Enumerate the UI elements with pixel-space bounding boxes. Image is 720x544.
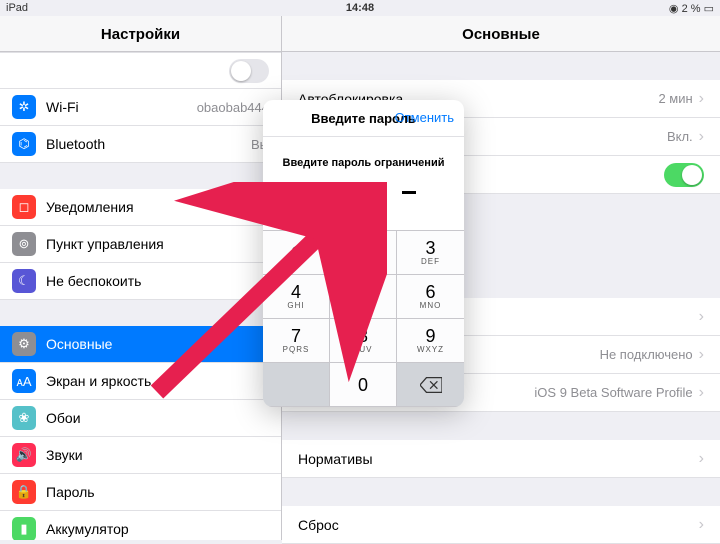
- key-2[interactable]: 2ABC: [330, 231, 397, 275]
- passcode-modal: Введите пароль Отменить Введите пароль о…: [263, 100, 464, 407]
- chevron-right-icon: ›: [699, 384, 704, 402]
- battery-pct: ◉ 2 % ▭: [669, 2, 714, 15]
- wifi-icon: ✲: [12, 95, 36, 119]
- sidebar-item-battery[interactable]: ▮Аккумулятор: [0, 511, 281, 540]
- sidebar-title: Настройки: [0, 16, 281, 52]
- right-title: Основные: [282, 16, 720, 52]
- sidebar-item-wifi[interactable]: ✲Wi-Fiobaobab444: [0, 89, 281, 126]
- key-6[interactable]: 6MNO: [397, 275, 464, 319]
- sidebar-item-display[interactable]: ᴀAЭкран и яркость: [0, 363, 281, 400]
- status-bar: iPad 14:48 ◉ 2 % ▭: [0, 0, 720, 16]
- notifications-icon: ◻: [12, 195, 36, 219]
- battery-icon: ▮: [12, 517, 36, 540]
- chevron-right-icon: ›: [699, 450, 704, 468]
- sounds-icon: 🔊: [12, 443, 36, 467]
- lock-icon: 🔒: [12, 480, 36, 504]
- cancel-button[interactable]: Отменить: [395, 110, 454, 125]
- key-5[interactable]: 5JKL: [330, 275, 397, 319]
- sidebar-item-dnd[interactable]: ☾Не беспокоить: [0, 263, 281, 300]
- status-time: 14:48: [346, 2, 374, 14]
- key-blank: [263, 363, 330, 407]
- sidebar-item-notifications[interactable]: ◻Уведомления: [0, 189, 281, 226]
- row-regulatory[interactable]: Нормативы›: [282, 440, 720, 478]
- sidebar-item-passcode[interactable]: 🔒Пароль: [0, 474, 281, 511]
- key-0[interactable]: 0: [330, 363, 397, 407]
- sidebar: Настройки ✲Wi-Fiobaobab444 ⌬BluetoothВы …: [0, 16, 282, 540]
- bluetooth-icon: ⌬: [12, 132, 36, 156]
- chevron-right-icon: ›: [699, 308, 704, 326]
- key-9[interactable]: 9WXYZ: [397, 319, 464, 363]
- key-delete[interactable]: [397, 363, 464, 407]
- airplane-toggle-off[interactable]: [229, 59, 269, 83]
- wallpaper-icon: ❀: [12, 406, 36, 430]
- row-reset[interactable]: Сброс›: [282, 506, 720, 544]
- dnd-icon: ☾: [12, 269, 36, 293]
- sidebar-item-airplane[interactable]: [0, 52, 281, 89]
- passcode-dashes: [263, 191, 464, 194]
- chevron-right-icon: ›: [699, 128, 704, 146]
- chevron-right-icon: ›: [699, 346, 704, 364]
- display-icon: ᴀA: [12, 369, 36, 393]
- device-label: iPad: [6, 2, 28, 14]
- sidebar-item-control-center[interactable]: ⊚Пункт управления: [0, 226, 281, 263]
- key-8[interactable]: 8TUV: [330, 319, 397, 363]
- control-center-icon: ⊚: [12, 232, 36, 256]
- sidebar-item-general[interactable]: ⚙Основные: [0, 326, 281, 363]
- gear-icon: ⚙: [12, 332, 36, 356]
- sidebar-item-bluetooth[interactable]: ⌬BluetoothВы: [0, 126, 281, 163]
- chevron-right-icon: ›: [699, 90, 704, 108]
- key-4[interactable]: 4GHI: [263, 275, 330, 319]
- key-7[interactable]: 7PQRS: [263, 319, 330, 363]
- key-1[interactable]: 1: [263, 231, 330, 275]
- sidebar-item-wallpaper[interactable]: ❀Обои: [0, 400, 281, 437]
- key-3[interactable]: 3DEF: [397, 231, 464, 275]
- keypad: 12ABC3DEF 4GHI5JKL6MNO 7PQRS8TUV9WXYZ0: [263, 230, 464, 407]
- sidebar-item-sounds[interactable]: 🔊Звуки: [0, 437, 281, 474]
- toggle-on[interactable]: [664, 163, 704, 187]
- chevron-right-icon: ›: [699, 516, 704, 534]
- modal-prompt: Введите пароль ограничений: [263, 157, 464, 169]
